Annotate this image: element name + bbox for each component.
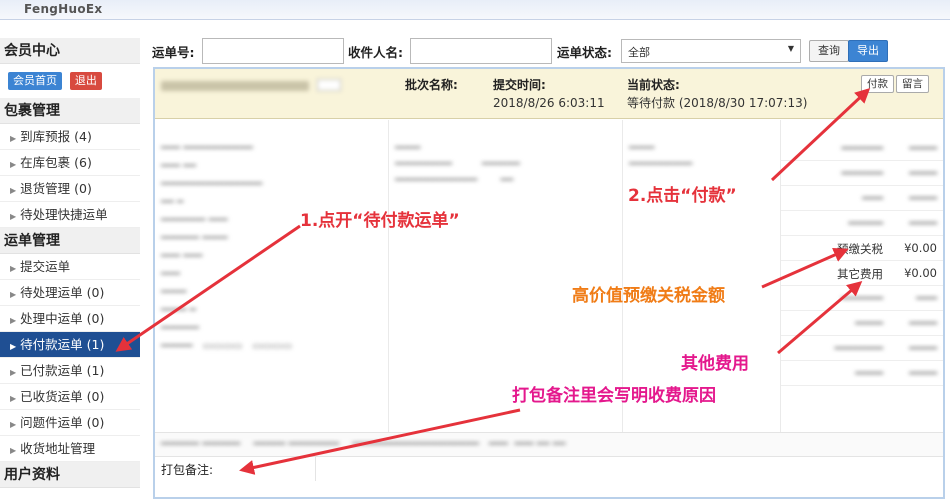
pack-note-label: 打包备注:	[161, 463, 214, 477]
waybill-management-title: 运单管理	[0, 228, 140, 254]
waybill-number-label: 运单号:	[152, 45, 195, 60]
sidebar-item-problem-waybill[interactable]: ▶ 问题件运单 (0)	[0, 410, 140, 436]
redacted-shipping-details: ━━━ ━━━━━━━━━━━ ━━━ ━━ ━━━━━━━━━━━━━━━━ …	[155, 120, 389, 434]
waybill-status-label: 运单状态:	[557, 45, 612, 60]
chevron-right-icon: ▶	[10, 420, 17, 429]
sidebar-item-paid-waybill[interactable]: ▶ 已付款运单 (1)	[0, 358, 140, 384]
member-center-title: 会员中心	[0, 38, 140, 64]
chevron-right-icon: ▶	[10, 368, 17, 377]
waybill-number-input[interactable]	[202, 38, 344, 64]
user-profile-title: 用户资料	[0, 462, 140, 488]
member-buttons: 会员首页 退出	[0, 64, 140, 98]
chevron-right-icon: ▶	[10, 264, 17, 273]
fee-list: ━━━━━━ ━━━━ ━━━━━━ ━━━━ ━━━ ━━━━ ━━━━━ ━━━━ …	[781, 120, 943, 434]
screen: FengHuoEx 会员中心 会员首页 退出 包裹管理 ▶ 到库预报 (4) ▶ 在…	[0, 0, 950, 504]
receiver-name-input[interactable]	[410, 38, 552, 64]
order-header: 批次名称: 提交时间: 2018/8/26 6:03:11 当前状态: 等待付款…	[155, 69, 943, 119]
filter-bar: 运单号: 收件人名: 运单状态: 全部 ▼ 查询 导出	[152, 38, 942, 64]
annotation-other: 其他费用	[681, 354, 749, 374]
waybill-status-select[interactable]: 全部 ▼	[621, 39, 801, 63]
sidebar-item-pending-quick-waybill[interactable]: ▶ 待处理快捷运单	[0, 202, 140, 228]
sidebar-item-returns[interactable]: ▶ 退货管理 (0)	[0, 176, 140, 202]
site-logo: FengHuoEx	[24, 2, 103, 16]
message-button[interactable]: 留言	[896, 75, 929, 93]
pack-note-row: 打包备注:	[155, 456, 943, 481]
sidebar-item-pending-waybill[interactable]: ▶ 待处理运单 (0)	[0, 280, 140, 306]
chevron-right-icon: ▶	[10, 212, 17, 221]
parcel-management-title: 包裹管理	[0, 98, 140, 124]
sidebar-item-in-stock[interactable]: ▶ 在库包裹 (6)	[0, 150, 140, 176]
annotation-step2: 2.点击“付款”	[628, 186, 737, 206]
redacted-order-number	[161, 78, 341, 96]
chevron-right-icon: ▶	[10, 290, 17, 299]
sidebar-item-arrival-forecast[interactable]: ▶ 到库预报 (4)	[0, 124, 140, 150]
chevron-right-icon: ▶	[10, 316, 17, 325]
sidebar-item-received-waybill[interactable]: ▶ 已收货运单 (0)	[0, 384, 140, 410]
chevron-right-icon: ▶	[10, 394, 17, 403]
logout-button[interactable]: 退出	[69, 72, 102, 90]
search-button[interactable]: 查询	[809, 40, 849, 62]
sidebar-item-submit-waybill[interactable]: ▶ 提交运单	[0, 254, 140, 280]
sidebar-item-awaiting-payment[interactable]: ▶ 待付款运单 (1)	[0, 332, 140, 358]
batch-name: 批次名称:	[405, 78, 458, 92]
chevron-down-icon: ▼	[787, 44, 794, 53]
chevron-right-icon: ▶	[10, 446, 17, 455]
prepaid-tariff-row: 预缴关税 ¥0.00	[781, 236, 943, 261]
redacted-receiver-row: ━━━━━━ ━━━━━━ ━━━━━ ━━━━━━━━ ━━━━━━━━━━━…	[155, 432, 943, 456]
pay-button[interactable]: 付款	[861, 75, 894, 93]
chevron-right-icon: ▶	[10, 160, 17, 169]
submit-time: 提交时间: 2018/8/26 6:03:11	[493, 78, 605, 110]
sidebar-item-address-management[interactable]: ▶ 收货地址管理	[0, 436, 140, 462]
current-status: 当前状态: 等待付款 (2018/8/30 17:07:13)	[627, 78, 808, 110]
chevron-right-icon: ▶	[10, 186, 17, 195]
member-home-button[interactable]: 会员首页	[8, 72, 62, 90]
receiver-name-label: 收件人名:	[348, 45, 403, 60]
sidebar-item-processing-waybill[interactable]: ▶ 处理中运单 (0)	[0, 306, 140, 332]
top-bar: FengHuoEx	[0, 0, 950, 20]
export-button[interactable]: 导出	[848, 40, 888, 62]
annotation-note: 打包备注里会写明收费原因	[512, 386, 716, 406]
chevron-right-icon: ▶	[10, 134, 17, 143]
other-fees-row: 其它费用 ¥0.00	[781, 261, 943, 286]
chevron-right-icon: ▶	[10, 342, 17, 351]
annotation-tax: 高价值预缴关税金额	[572, 286, 725, 306]
order-panel: 批次名称: 提交时间: 2018/8/26 6:03:11 当前状态: 等待付款…	[153, 67, 945, 499]
sidebar: 会员中心 会员首页 退出 包裹管理 ▶ 到库预报 (4) ▶ 在库包裹 (6) ▶ 退…	[0, 38, 140, 504]
annotation-step1: 1.点开“待付款运单”	[300, 211, 460, 231]
